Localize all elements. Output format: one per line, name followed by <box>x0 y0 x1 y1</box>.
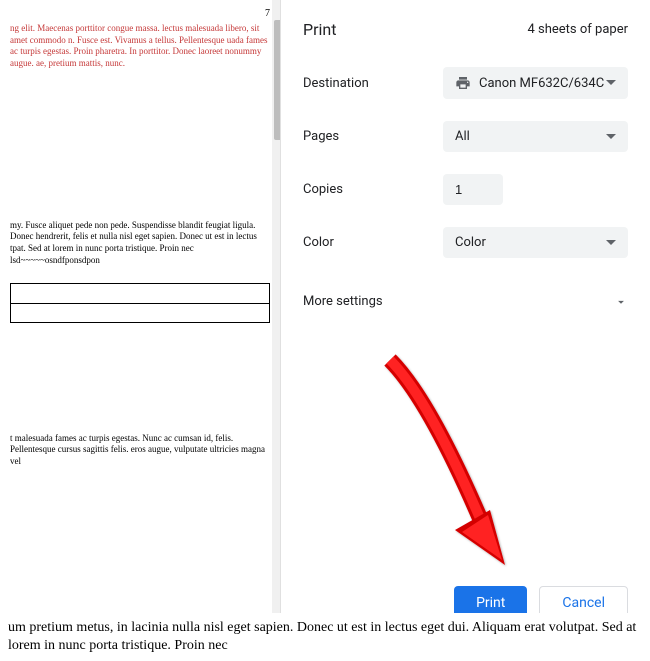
preview-table <box>10 283 270 323</box>
color-select[interactable]: Color <box>443 227 628 258</box>
destination-select[interactable]: Canon MF632C/634C <box>443 67 628 99</box>
preview-body-text: my. Fusce aliquet pede non pede. Suspend… <box>10 220 270 267</box>
preview-page: 7 ng elit. Maecenas porttitor congue mas… <box>0 0 280 620</box>
scrollbar-thumb[interactable] <box>274 20 280 140</box>
chevron-down-icon <box>614 295 628 309</box>
scrollbar-track[interactable] <box>272 0 280 640</box>
color-row: Color Color <box>303 227 628 258</box>
pages-select[interactable]: All <box>443 121 628 152</box>
color-label: Color <box>303 235 443 250</box>
pages-label: Pages <box>303 129 443 144</box>
copies-label: Copies <box>303 182 443 197</box>
print-preview-pane: 7 ng elit. Maecenas porttitor congue mas… <box>0 0 280 640</box>
copies-input[interactable] <box>443 174 503 205</box>
page-number: 7 <box>10 8 270 19</box>
color-value: Color <box>455 235 486 250</box>
preview-red-text: ng elit. Maecenas porttitor congue massa… <box>10 23 270 70</box>
print-dialog: 7 ng elit. Maecenas porttitor congue mas… <box>0 0 650 640</box>
caret-down-icon <box>606 78 616 88</box>
destination-value: Canon MF632C/634C <box>479 76 604 91</box>
pages-value: All <box>455 129 470 144</box>
pages-row: Pages All <box>303 121 628 152</box>
print-settings-pane: Print 4 sheets of paper Destination Cano… <box>280 0 650 640</box>
sheets-count: 4 sheets of paper <box>527 22 628 37</box>
caret-down-icon <box>606 238 616 248</box>
dialog-header: Print 4 sheets of paper <box>303 20 628 39</box>
printer-icon <box>455 75 471 91</box>
more-settings-label: More settings <box>303 294 383 309</box>
destination-row: Destination Canon MF632C/634C <box>303 67 628 99</box>
background-document-text: um pretium metus, in lacinia nulla nisl … <box>0 613 650 661</box>
more-settings-toggle[interactable]: More settings <box>303 286 628 317</box>
destination-label: Destination <box>303 76 443 91</box>
preview-lower-text: t malesuada fames ac turpis egestas. Nun… <box>10 433 270 468</box>
dialog-title: Print <box>303 20 336 39</box>
table-row <box>11 284 269 304</box>
copies-row: Copies <box>303 174 628 205</box>
caret-down-icon <box>606 132 616 142</box>
